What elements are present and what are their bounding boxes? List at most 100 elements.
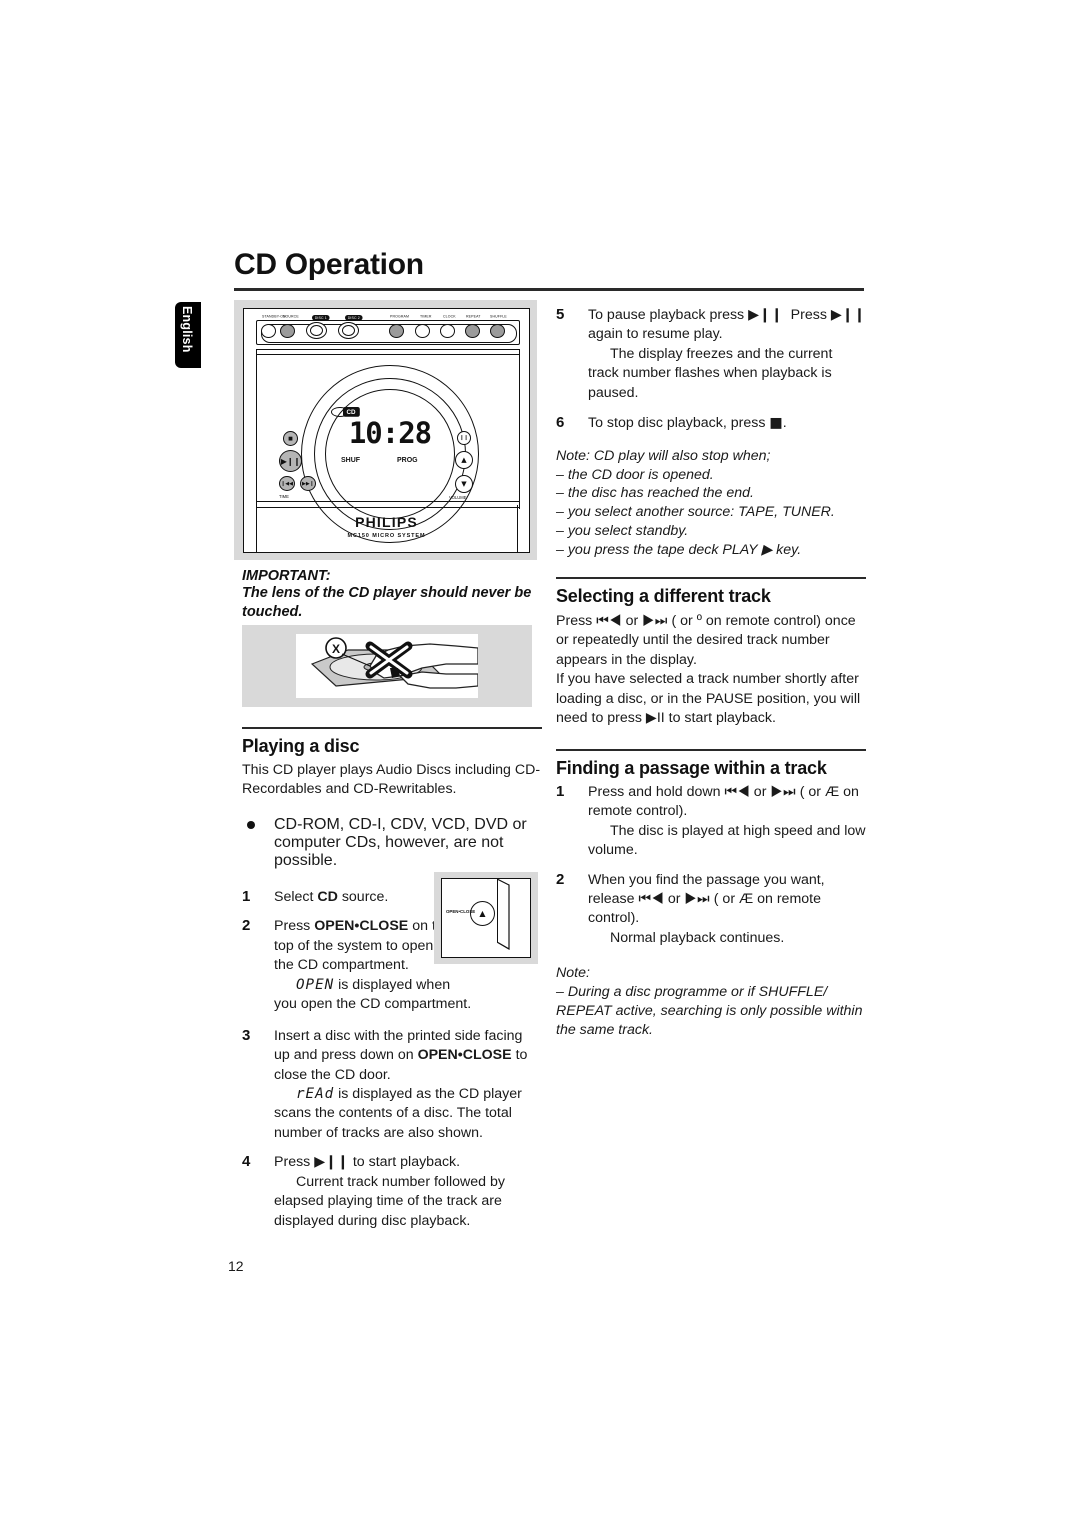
play-pause-icon-inline-5b: ▶❙❙	[830, 307, 866, 323]
triangle-down-icon: ▼	[461, 480, 467, 488]
next-icon: ▶▶❙	[302, 480, 314, 487]
stop-icon: ■	[288, 435, 293, 442]
page-number: 12	[228, 1258, 244, 1274]
playing-a-disc-bullet-text: CD-ROM, CD-I, CDV, VCD, DVD or computer …	[274, 815, 527, 869]
selecting-track-p1: Press ⏮◀ or ▶⏭ ( or º on remote control)…	[556, 612, 856, 668]
step-2-number: 2	[242, 917, 251, 935]
device-button-clock	[440, 324, 455, 338]
lcd-open-text: OPEN	[296, 976, 335, 993]
important-block: IMPORTANT: The lens of the CD player sho…	[242, 568, 542, 621]
note-search-limit: Note: – During a disc programme or if SH…	[556, 964, 866, 1040]
device-button-standby-on	[261, 324, 276, 338]
device-button-source	[280, 324, 295, 338]
device-label-disc-1: DISC 1	[312, 315, 330, 321]
record-icon: ❙❙	[459, 435, 469, 441]
passage-step-1-text: Press and hold down ⏮◀ or ▶⏭ ( or Æ on r…	[588, 783, 859, 820]
step-6: 6 To stop disc playback, press ■.	[556, 414, 866, 433]
device-time-label: TIME	[279, 494, 289, 500]
open-close-side-panel	[497, 879, 510, 951]
device-illustration: STANDBY-ON SOURCE DISC 1 DISC 2 PROGRAM …	[234, 300, 537, 560]
triangle-up-icon: ▲	[461, 456, 467, 464]
previous-icon: ❙◀◀	[281, 480, 293, 487]
step-5-text: To pause playback press ▶❙❙ Press ▶❙❙ ag…	[588, 307, 866, 343]
device-label-disc-2: DISC 2	[345, 315, 363, 321]
step-6-text: To stop disc playback, press ■.	[588, 415, 787, 432]
step-3-lcd-text: rEAd is displayed as the CD player scans…	[274, 1085, 522, 1141]
manual-page: English CD Operation STANDBY-ON SOURCE D…	[0, 0, 1080, 1528]
note-stop-item-4: – you press the tape deck PLAY ▶ key.	[556, 542, 802, 559]
device-top-bar	[256, 320, 520, 345]
step-4-detail: Current track number followed by elapsed…	[274, 1173, 505, 1229]
device-button-shuffle	[490, 324, 505, 338]
device-brand: PHILIPS	[355, 514, 418, 530]
lens-warning-image: X	[296, 634, 479, 698]
device-volume-label: VOLUME	[449, 495, 467, 501]
play-pause-icon-inline-5a: ▶❙❙	[748, 307, 783, 323]
device-volume-down-button: ▼	[455, 475, 473, 493]
device-volume-up-button: ▲	[455, 451, 473, 469]
device-play-pause-button: ▶❙❙	[279, 450, 302, 472]
step-5: 5 To pause playback press ▶❙❙ Press ▶❙❙ …	[556, 306, 866, 403]
device-label-repeat: REPEAT	[466, 315, 481, 320]
step-3: 3 Insert a disc with the printed side fa…	[242, 1027, 542, 1144]
playing-a-disc-divider	[242, 727, 542, 729]
playing-a-disc-bullet: CD-ROM, CD-I, CDV, VCD, DVD or computer …	[242, 816, 542, 870]
selecting-track-section: Selecting a different track Press ⏮◀ or …	[556, 576, 866, 729]
svg-text:X: X	[332, 642, 340, 656]
note-stop-item-0: – the CD door is opened.	[556, 466, 714, 483]
finding-passage-section: Finding a passage within a track 1 Press…	[556, 748, 866, 1040]
device-stop-button: ■	[283, 431, 298, 446]
device-program-indicator: PROG	[397, 457, 418, 464]
step-2-text: Press OPEN•CLOSE on the top of the syste…	[274, 918, 452, 974]
note-stop-conditions: Note: CD play will also stop when; – the…	[556, 447, 866, 560]
step-5-detail: The display freezes and the current trac…	[588, 345, 833, 401]
device-front-panel: STANDBY-ON SOURCE DISC 1 DISC 2 PROGRAM …	[243, 308, 530, 553]
eject-icon: ▲	[479, 909, 486, 918]
device-label-shuffle: SHUFFLE	[490, 315, 507, 320]
playing-a-disc-intro: This CD player plays Audio Discs includi…	[242, 762, 541, 798]
passage-step-2-detail: Normal playback continues.	[610, 929, 785, 946]
device-seam-top	[257, 349, 519, 350]
device-model: MC150 MICRO SYSTEM	[347, 533, 426, 539]
page-title: CD Operation	[234, 248, 424, 281]
stop-icon-inline: ■	[769, 415, 783, 432]
device-button-timer	[415, 324, 430, 338]
device-record-button: ❙❙	[457, 431, 471, 445]
passage-step-2-text: When you find the passage you want, rele…	[588, 871, 825, 927]
step-1-number: 1	[242, 887, 251, 905]
passage-step-1: 1 Press and hold down ⏮◀ or ▶⏭ ( or Æ on…	[556, 783, 866, 861]
device-label-program: PROGRAM	[390, 315, 410, 320]
lens-hand-drawing: X	[310, 637, 479, 689]
playing-a-disc-section: Playing a disc This CD player plays Audi…	[242, 727, 542, 1231]
selecting-track-p2: If you have selected a track number shor…	[556, 671, 861, 727]
device-shuffle-indicator: SHUF	[341, 457, 361, 464]
device-label-source: SOURCE	[283, 315, 299, 320]
device-seam-top2	[257, 354, 519, 355]
device-next-button: ▶▶❙	[300, 476, 316, 491]
device-button-repeat	[465, 324, 480, 338]
device-display-value: 10:28	[348, 416, 432, 450]
step-4-text: Press ▶❙❙ to start playback.	[274, 1154, 461, 1171]
note-stop-heading: Note: CD play will also stop when;	[556, 447, 771, 464]
step-4-number: 4	[242, 1153, 251, 1171]
language-tab: English	[175, 302, 201, 368]
right-column: 5 To pause playback press ▶❙❙ Press ▶❙❙ …	[556, 306, 866, 1040]
device-label-clock: CLOCK	[443, 315, 456, 320]
step-4: 4 Press ▶❙❙ to start playback. Current t…	[242, 1153, 542, 1231]
device-button-disc-1	[306, 322, 327, 339]
finding-passage-title: Finding a passage within a track	[556, 757, 827, 778]
passage-step-2: 2 When you find the passage you want, re…	[556, 871, 866, 949]
lcd-read-text: rEAd	[296, 1085, 335, 1102]
note-search-heading: Note:	[556, 965, 590, 982]
passage-step-1-detail: The disc is played at high speed and low…	[588, 822, 866, 859]
open-close-face: OPEN•CLOSE ▲	[442, 879, 498, 942]
language-tab-label: English	[180, 306, 194, 353]
passage-step-2-number: 2	[556, 870, 565, 888]
note-stop-item-3: – you select standby.	[556, 523, 689, 540]
important-body: The lens of the CD player should never b…	[242, 585, 532, 620]
lens-warning-figure: X	[242, 625, 532, 707]
device-button-program	[389, 324, 404, 338]
passage-step-1-number: 1	[556, 782, 565, 800]
device-previous-button: ❙◀◀	[279, 476, 295, 491]
device-button-disc-2	[338, 322, 359, 339]
